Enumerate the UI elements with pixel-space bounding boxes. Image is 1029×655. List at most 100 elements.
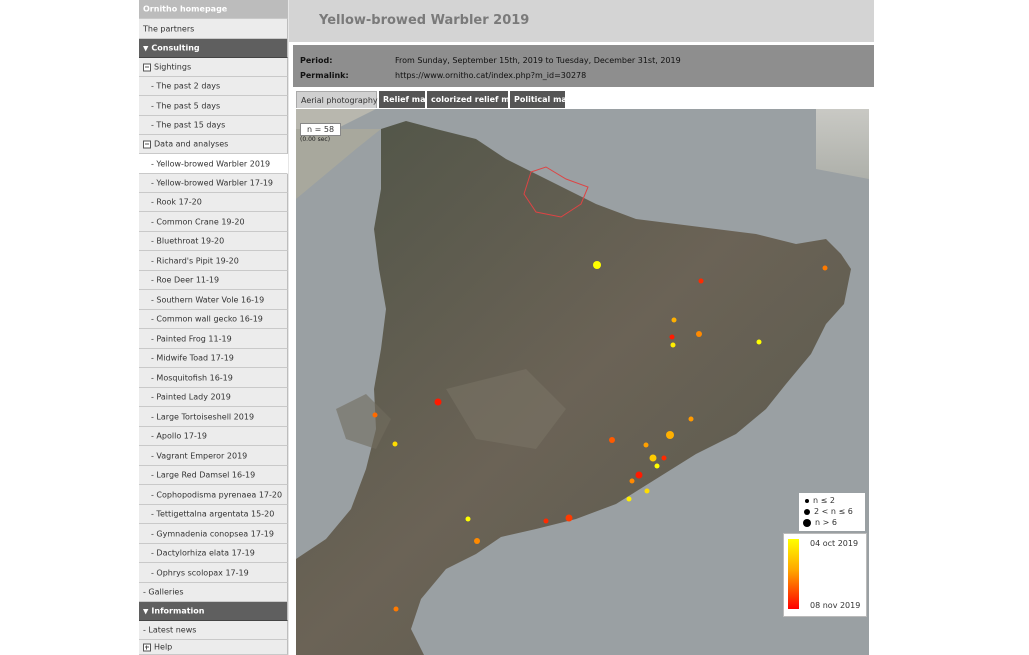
sidebar-item-partners[interactable]: The partners <box>139 19 288 39</box>
sidebar-item-label: - Vagrant Emperor 2019 <box>151 451 248 460</box>
sidebar-item-analysis[interactable]: - Painted Frog 11-19 <box>139 329 288 349</box>
sidebar-item-analysis[interactable]: - Large Tortoiseshell 2019 <box>139 407 288 427</box>
sidebar-item-analysis[interactable]: - Dactylorhiza elata 17-19 <box>139 544 288 563</box>
sighting-point[interactable] <box>649 454 657 462</box>
sidebar-item-text: Sightings <box>154 62 192 72</box>
sighting-point[interactable] <box>661 455 667 461</box>
sighting-point[interactable] <box>434 398 442 406</box>
map-view[interactable]: n = 58 (0.00 sec) n ≤ 2 2 < n ≤ 6 n > 6 … <box>296 109 869 655</box>
sidebar-item-help[interactable]: Help <box>139 640 288 655</box>
sidebar-item-label: - Tettigettalna argentata 15-20 <box>151 509 275 519</box>
sighting-point[interactable] <box>543 518 549 524</box>
large-dot-icon <box>803 518 811 527</box>
sidebar-item-analysis[interactable]: - Mosquitofish 16-19 <box>139 368 288 388</box>
sidebar-item-analysis[interactable]: - Painted Lady 2019 <box>139 388 288 407</box>
sidebar-item-analysis[interactable]: - Common wall gecko 16-19 <box>139 310 288 329</box>
size-legend-large: n > 6 <box>803 517 837 528</box>
sidebar-item-analysis[interactable]: - Ophrys scolopax 17-19 <box>139 563 288 583</box>
sighting-point[interactable] <box>393 606 399 612</box>
sidebar-item-analysis[interactable]: - Rook 17-20 <box>139 193 288 212</box>
sidebar-item-label: - Mosquitofish 16-19 <box>151 373 233 382</box>
sighting-point[interactable] <box>688 416 694 422</box>
sidebar-item-analysis[interactable]: - Cophopodisma pyrenaea 17-20 <box>139 485 288 505</box>
tab-relief-map[interactable]: Relief map <box>379 91 431 108</box>
sidebar-item-past-2-days[interactable]: - The past 2 days <box>139 77 288 96</box>
sighting-point[interactable] <box>593 261 601 269</box>
size-legend: n ≤ 2 2 < n ≤ 6 n > 6 <box>799 493 865 531</box>
size-legend-small: n ≤ 2 <box>803 495 835 506</box>
sidebar-item-analysis[interactable]: - Apollo 17-19 <box>139 427 288 446</box>
sidebar-item-past-15-days[interactable]: - The past 15 days <box>139 116 288 135</box>
sighting-point[interactable] <box>626 496 632 502</box>
sidebar-item-analysis[interactable]: - Richard's Pipit 19-20 <box>139 251 288 271</box>
sighting-point[interactable] <box>474 538 480 544</box>
permalink-link[interactable]: https://www.ornitho.cat/index.php?m_id=3… <box>395 71 586 80</box>
sidebar-item-data-analyses[interactable]: Data and analyses <box>139 135 288 154</box>
sighting-point[interactable] <box>635 471 643 479</box>
sighting-point[interactable] <box>392 441 398 447</box>
sidebar-item-analysis[interactable]: - Gymnadenia conopsea 17-19 <box>139 524 288 544</box>
sidebar-item-sightings[interactable]: Sightings <box>139 58 288 77</box>
sighting-point[interactable] <box>372 412 378 418</box>
sidebar-item-label: - Rook 17-20 <box>151 197 202 207</box>
sighting-point[interactable] <box>669 334 675 340</box>
sighting-point[interactable] <box>671 317 677 323</box>
sidebar-item-label: - Richard's Pipit 19-20 <box>151 256 239 265</box>
tab-colorized-relief-map[interactable]: colorized relief map <box>427 91 521 108</box>
tab-political-map[interactable]: Political map <box>510 91 573 108</box>
sighting-point[interactable] <box>696 331 702 337</box>
sidebar-item-analysis[interactable]: - Roe Deer 11-19 <box>139 271 288 290</box>
sidebar-item-label: - Large Red Damsel 16-19 <box>151 470 256 480</box>
section-label: ▼ Consulting <box>143 44 200 53</box>
sighting-point[interactable] <box>756 339 762 345</box>
triangle-down-icon: ▼ <box>143 44 149 53</box>
query-time: (0.00 sec) <box>300 136 331 143</box>
sighting-point[interactable] <box>698 278 704 284</box>
sidebar-item-analysis[interactable]: - Tettigettalna argentata 15-20 <box>139 505 288 524</box>
sidebar-item-label: - Galleries <box>143 587 184 597</box>
sighting-point[interactable] <box>822 265 828 271</box>
small-dot-icon <box>805 498 809 503</box>
sighting-point[interactable] <box>666 431 674 439</box>
sidebar-item-analysis[interactable]: - Southern Water Vole 16-19 <box>139 290 288 310</box>
collapse-icon[interactable] <box>143 63 151 71</box>
section-information[interactable]: ▼ Information <box>139 602 288 621</box>
sidebar-item-analysis[interactable]: - Yellow-browed Warbler 2019 <box>139 154 288 174</box>
sidebar-item-analysis[interactable]: - Vagrant Emperor 2019 <box>139 446 288 466</box>
sidebar-item-label: - The past 15 days <box>151 120 226 130</box>
sidebar-item-analysis[interactable]: - Yellow-browed Warbler 17-19 <box>139 174 288 193</box>
triangle-down-icon: ▼ <box>143 607 149 616</box>
sidebar-item-text: Help <box>154 642 173 652</box>
sighting-point[interactable] <box>629 478 635 484</box>
sighting-point[interactable] <box>609 437 615 443</box>
sidebar-item-latest-news[interactable]: - Latest news <box>139 621 288 640</box>
tab-aerial-photography[interactable]: Aerial photography <box>296 91 378 108</box>
sighting-point[interactable] <box>565 514 573 522</box>
sidebar-item-homepage[interactable]: Ornitho homepage <box>139 0 288 19</box>
sidebar-item-analysis[interactable]: - Large Red Damsel 16-19 <box>139 466 288 485</box>
sidebar-item-label: - Southern Water Vole 16-19 <box>151 295 265 304</box>
sighting-point[interactable] <box>644 488 650 494</box>
section-consulting[interactable]: ▼ Consulting <box>139 39 288 58</box>
info-bar: Period: From Sunday, September 15th, 201… <box>293 45 874 87</box>
sidebar-item-label: The partners <box>143 24 195 33</box>
sighting-point[interactable] <box>465 516 471 522</box>
medium-dot-icon <box>804 508 810 515</box>
collapse-icon[interactable] <box>143 140 151 148</box>
sidebar-item-label: - Common Crane 19-20 <box>151 217 245 226</box>
sidebar-item-past-5-days[interactable]: - The past 5 days <box>139 96 288 116</box>
sidebar-item-label: - Common wall gecko 16-19 <box>151 314 263 324</box>
sidebar-item-analysis[interactable]: - Bluethroat 19-20 <box>139 232 288 251</box>
sighting-point[interactable] <box>643 442 649 448</box>
sighting-point[interactable] <box>654 463 660 469</box>
expand-icon[interactable] <box>143 643 151 651</box>
sidebar: Ornitho homepage The partners ▼ Consultin… <box>139 0 289 655</box>
sidebar-item-analysis[interactable]: - Midwife Toad 17-19 <box>139 349 288 368</box>
sidebar-item-galleries[interactable]: - Galleries <box>139 583 288 602</box>
section-title: Information <box>151 606 205 616</box>
sidebar-item-label: - Apollo 17-19 <box>151 431 208 441</box>
sidebar-item-analysis[interactable]: - Common Crane 19-20 <box>139 212 288 232</box>
sighting-point[interactable] <box>670 342 676 348</box>
period-label: Period: <box>300 56 333 65</box>
sidebar-item-label: Ornitho homepage <box>143 4 228 14</box>
